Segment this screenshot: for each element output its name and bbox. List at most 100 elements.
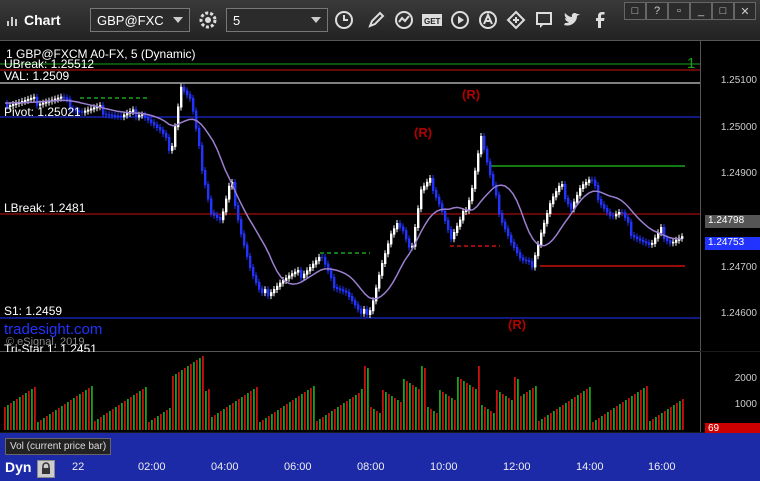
- link-icon[interactable]: [504, 8, 528, 32]
- volume-bar: [217, 413, 219, 430]
- price-chart[interactable]: 1 GBP@FXCM A0-FX, 5 (Dynamic) UBreak: 1.…: [0, 41, 700, 356]
- volume-bar: [607, 412, 609, 430]
- volume-bar: [475, 389, 477, 430]
- volume-bar: [634, 394, 636, 430]
- gear-icon[interactable]: [196, 8, 220, 32]
- volume-bar: [304, 392, 306, 430]
- volume-bar: [196, 360, 198, 430]
- play-icon[interactable]: [448, 8, 472, 32]
- volume-bar: [85, 390, 87, 430]
- volume-bar: [307, 390, 309, 430]
- maximize-button[interactable]: □: [712, 2, 734, 20]
- volume-axis[interactable]: 2000 1000 69: [700, 352, 760, 436]
- volume-bar: [262, 420, 264, 430]
- volume-bar: [154, 418, 156, 430]
- clock-icon[interactable]: [332, 8, 356, 32]
- candle-body: [453, 232, 456, 240]
- dyn-button[interactable]: Dyn: [5, 459, 31, 475]
- candle-body: [378, 274, 381, 289]
- volume-bar: [22, 395, 24, 430]
- volume-bar: [370, 407, 372, 430]
- time-axis[interactable]: Dyn 22 02:00 04:00 06:00 08:00 10:00 12:…: [0, 455, 760, 481]
- volume-bar: [508, 398, 510, 430]
- toolbar: Chart GBP@FXC 5 GET _ □ ✕ □ ? ▫: [0, 0, 760, 41]
- volume-bar: [541, 419, 543, 430]
- volume-bar: [673, 405, 675, 430]
- volume-bar: [358, 393, 360, 430]
- candle-body: [588, 179, 591, 183]
- x-tick-label: 04:00: [211, 461, 239, 473]
- candle-body: [24, 99, 27, 102]
- volume-bar: [346, 401, 348, 430]
- minimize-button[interactable]: _: [690, 2, 712, 20]
- volume-bar: [586, 389, 588, 430]
- volume-bar: [79, 394, 81, 430]
- volume-bar: [46, 416, 48, 430]
- get-data-icon[interactable]: GET: [420, 8, 444, 32]
- facebook-icon[interactable]: [588, 8, 612, 32]
- candle-body: [60, 96, 63, 99]
- candle-body: [393, 228, 396, 235]
- vol-tick-label: 2000: [734, 373, 757, 384]
- candle-body: [399, 223, 402, 228]
- volume-bar: [118, 405, 120, 430]
- candle-body: [114, 115, 117, 117]
- candle-body: [162, 129, 165, 134]
- candle-body: [672, 241, 675, 244]
- candle-body: [669, 240, 672, 244]
- volume-bar: [241, 397, 243, 430]
- candle-body: [27, 98, 30, 101]
- symbol-combo[interactable]: GBP@FXC: [90, 8, 190, 32]
- detach-button[interactable]: ▫: [668, 2, 690, 20]
- help-button[interactable]: ?: [646, 2, 668, 20]
- close-button[interactable]: ✕: [734, 2, 756, 20]
- volume-chart[interactable]: [0, 352, 700, 432]
- candle-body: [531, 261, 534, 268]
- volume-bar: [505, 396, 507, 430]
- candle-body: [342, 289, 345, 292]
- candle-body: [471, 187, 474, 202]
- volume-bar: [526, 392, 528, 430]
- volume-bar: [409, 383, 411, 430]
- price-chart-canvas[interactable]: [0, 41, 700, 351]
- volume-study-label[interactable]: Vol (current price bar): [5, 438, 112, 455]
- volume-bar: [439, 390, 441, 430]
- candle-body: [639, 238, 642, 241]
- volume-bar: [457, 377, 459, 430]
- price-axis[interactable]: 1.25100 1.25000 1.24900 1.24798 1.24753 …: [700, 41, 760, 351]
- volume-bar: [4, 407, 6, 430]
- volume-bar: [619, 404, 621, 430]
- comment-icon[interactable]: [532, 8, 556, 32]
- alert-icon[interactable]: [476, 8, 500, 32]
- candle-body: [141, 114, 144, 116]
- study-icon[interactable]: [392, 8, 416, 32]
- interval-combo[interactable]: 5: [226, 8, 328, 32]
- candle-body: [447, 220, 450, 231]
- volume-bar: [19, 397, 21, 430]
- candle-body: [510, 235, 513, 243]
- volume-bar: [340, 405, 342, 430]
- volume-bar: [61, 406, 63, 430]
- pencil-icon[interactable]: [364, 8, 388, 32]
- lock-icon[interactable]: [37, 460, 55, 478]
- volume-bar: [244, 395, 246, 430]
- volume-bar: [385, 392, 387, 430]
- volume-bar: [322, 417, 324, 430]
- symbol-value: GBP@FXC: [97, 12, 164, 28]
- twitter-icon[interactable]: [560, 8, 584, 32]
- candle-body: [243, 233, 246, 246]
- restore-button[interactable]: □: [624, 2, 646, 20]
- candle-body: [420, 189, 423, 210]
- candle-body: [603, 204, 606, 209]
- volume-bar: [328, 413, 330, 430]
- candle-body: [87, 109, 90, 112]
- candle-body: [633, 235, 636, 238]
- volume-bar: [121, 403, 123, 430]
- volume-bar: [283, 406, 285, 430]
- volume-bar: [361, 389, 363, 430]
- volume-bar: [355, 395, 357, 430]
- y-tick-label: 1.24900: [720, 168, 757, 179]
- volume-bar: [349, 399, 351, 430]
- volume-bar: [658, 415, 660, 430]
- lbreak-label: LBreak: 1.2481: [4, 201, 86, 215]
